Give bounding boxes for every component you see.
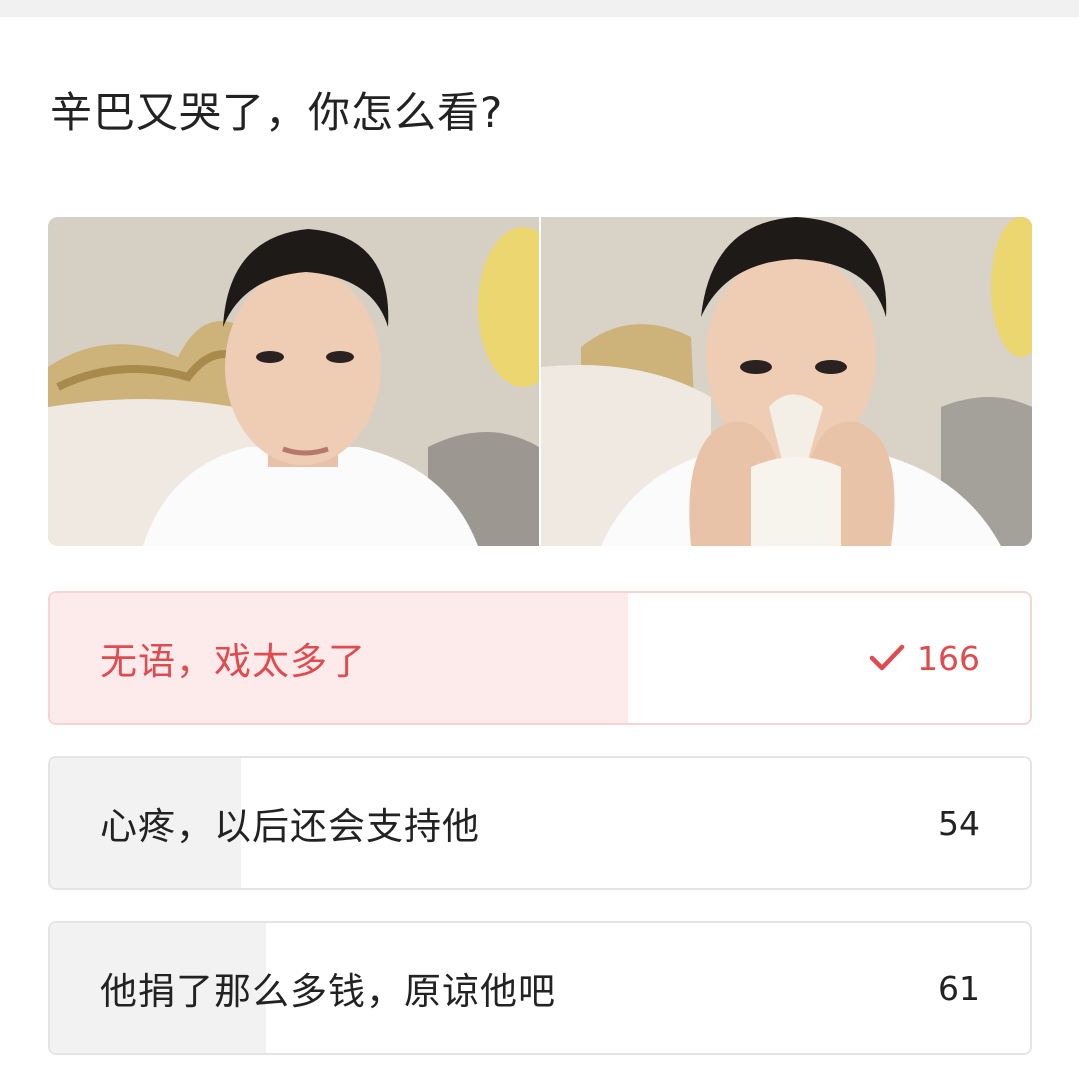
option-vote-count: 166 bbox=[917, 638, 980, 678]
man-speaking-photo[interactable] bbox=[48, 217, 539, 546]
man-crying-with-tissue-photo[interactable] bbox=[541, 217, 1032, 546]
option-count-group: 166 bbox=[869, 593, 980, 723]
option-vote-count: 54 bbox=[938, 803, 980, 843]
poll-option-3[interactable]: 他捐了那么多钱，原谅他吧 61 bbox=[48, 921, 1032, 1055]
option-vote-count: 61 bbox=[938, 968, 980, 1008]
check-icon bbox=[869, 644, 905, 671]
option-count-group: 61 bbox=[938, 923, 980, 1053]
option-count-group: 54 bbox=[938, 758, 980, 888]
top-divider-strip bbox=[0, 0, 1079, 17]
poll-option-1[interactable]: 无语，戏太多了 166 bbox=[48, 591, 1032, 725]
option-label: 无语，戏太多了 bbox=[100, 640, 366, 683]
poll-option-2[interactable]: 心疼，以后还会支持他 54 bbox=[48, 756, 1032, 890]
option-label: 心疼，以后还会支持他 bbox=[100, 805, 480, 848]
option-label: 他捐了那么多钱，原谅他吧 bbox=[100, 970, 556, 1013]
poll-question: 辛巴又哭了，你怎么看? bbox=[50, 88, 504, 137]
poll-image-row[interactable] bbox=[48, 217, 1032, 546]
man-speaking-illustration bbox=[48, 217, 539, 546]
man-crying-illustration bbox=[541, 217, 1032, 546]
